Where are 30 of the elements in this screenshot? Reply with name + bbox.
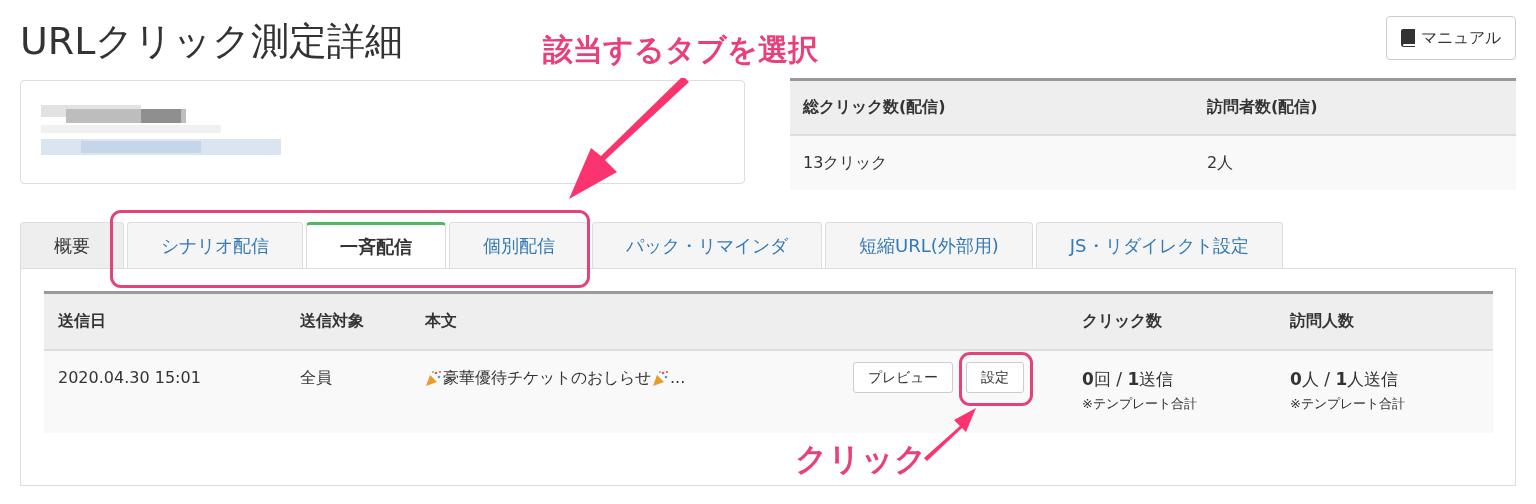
table-cell-text: 2人 <box>1206 152 1235 174</box>
table-cell: 2020.04.30 15:01 <box>58 368 201 387</box>
column-header: 訪問人数 <box>1289 311 1355 332</box>
ellipsis-text: ... <box>670 368 686 387</box>
annotation-text: クリック <box>795 439 927 480</box>
tab[interactable]: パック・リマインダ <box>592 222 822 268</box>
manual-button[interactable]: マニュアル <box>1386 16 1516 60</box>
preview-button[interactable]: プレビュー <box>853 362 953 393</box>
column-header: 訪問者数(配信) <box>1206 97 1319 118</box>
visitor-count: 0人 / 1人送信 <box>1290 368 1399 391</box>
tab[interactable]: 短縮URL(外部用) <box>825 222 1033 268</box>
page-title: URLクリック測定詳細 <box>20 22 404 60</box>
tab[interactable]: 一斉配信 <box>306 222 446 268</box>
tab[interactable]: 個別配信 <box>449 222 589 268</box>
column-header: 送信対象 <box>299 311 365 332</box>
column-header: 本文 <box>424 311 458 332</box>
column-header: 総クリック数(配信) <box>801 97 947 118</box>
tab[interactable]: シナリオ配信 <box>127 222 303 268</box>
table-cell-text: 13クリック <box>802 152 889 174</box>
note-text: ※テンプレート合計 <box>1082 395 1197 413</box>
table-cell: 全員 <box>300 368 332 389</box>
tab[interactable]: 概要 <box>20 222 124 268</box>
annotation-text: 該当するタブを選択 <box>543 31 818 69</box>
click-count: 0回 / 1送信 <box>1082 368 1174 391</box>
column-header: 送信日 <box>57 311 107 332</box>
note-text: ※テンプレート合計 <box>1290 395 1405 413</box>
settings-button[interactable]: 設定 <box>966 362 1024 393</box>
column-header: クリック数 <box>1081 311 1163 332</box>
message-text: 豪華優待チケットのおしらせ <box>443 368 651 389</box>
tab[interactable]: JS・リダイレクト設定 <box>1035 222 1283 268</box>
